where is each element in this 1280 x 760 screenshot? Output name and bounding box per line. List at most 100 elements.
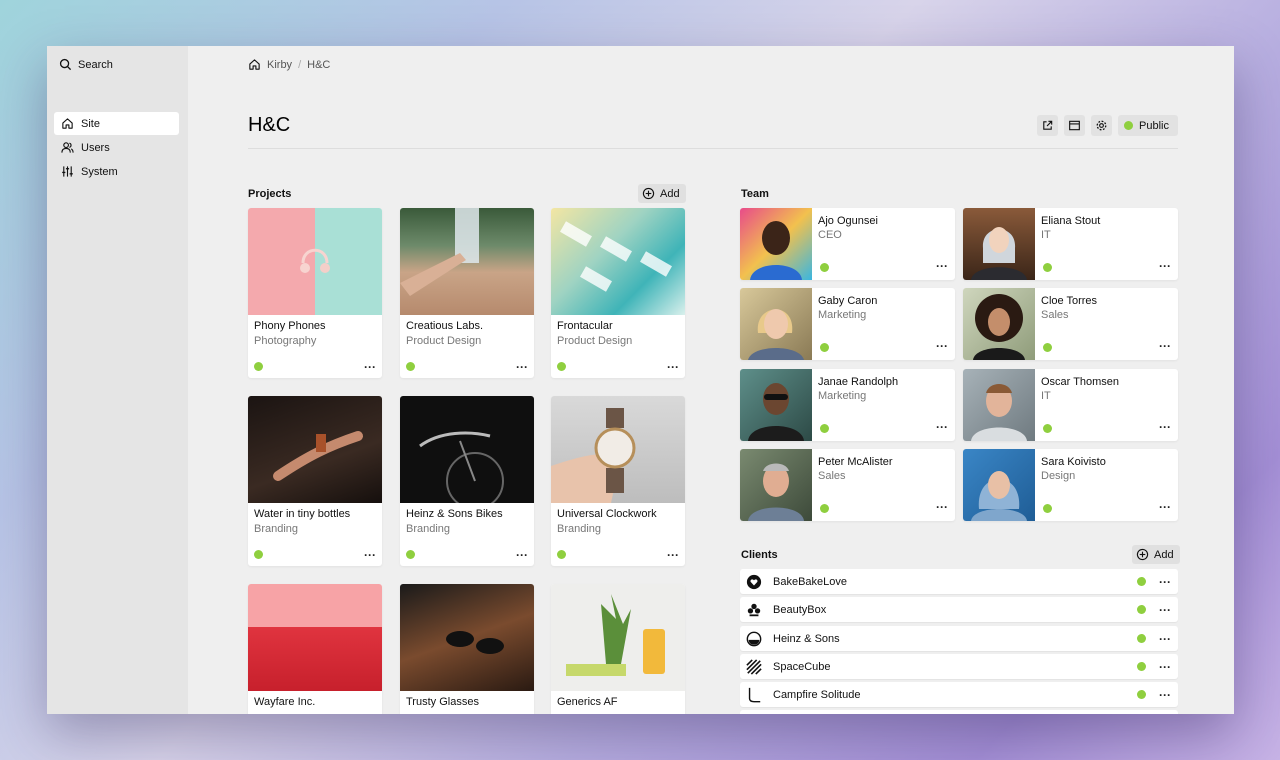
member-role: Marketing	[818, 390, 867, 402]
team-member-card[interactable]: Ajo Ogunsei CEO ···	[740, 208, 955, 280]
status-dot[interactable]	[557, 362, 566, 371]
member-role: Sales	[1041, 309, 1069, 321]
project-category: Branding	[254, 523, 299, 535]
project-category: Branding	[406, 523, 451, 535]
home-icon[interactable]	[248, 58, 261, 71]
status-dot[interactable]	[820, 504, 829, 513]
status-dot[interactable]	[1043, 263, 1052, 272]
project-category: Photography	[254, 335, 317, 347]
status-dot[interactable]	[406, 362, 415, 371]
status-dot[interactable]	[406, 550, 415, 559]
breadcrumb-root-link[interactable]: Kirby	[267, 59, 292, 71]
project-card[interactable]: Generics AF	[551, 584, 685, 714]
more-options-icon[interactable]: ···	[936, 501, 948, 513]
add-circle-icon	[1136, 548, 1149, 561]
member-name: Eliana Stout	[1041, 215, 1101, 227]
status-dot[interactable]	[1043, 504, 1052, 513]
project-image	[551, 396, 685, 503]
team-member-card[interactable]: Oscar Thomsen IT ···	[963, 369, 1178, 441]
client-row[interactable]: BakeBakeLove ···	[740, 569, 1178, 594]
project-card[interactable]: Universal Clockwork Branding ···	[551, 396, 685, 566]
status-dot[interactable]	[1137, 662, 1146, 671]
member-name: Cloe Torres	[1041, 295, 1098, 307]
status-button[interactable]: Public	[1118, 115, 1178, 136]
member-role: IT	[1041, 229, 1051, 241]
status-dot[interactable]	[1137, 577, 1146, 586]
project-card[interactable]: Phony Phones Photography ···	[248, 208, 382, 378]
client-row[interactable]: BeautyBox ···	[740, 597, 1178, 622]
status-dot[interactable]	[254, 550, 263, 559]
add-client-button[interactable]: Add	[1132, 545, 1180, 564]
project-title: Heinz & Sons Bikes	[406, 508, 503, 520]
project-card[interactable]: Heinz & Sons Bikes Branding ···	[400, 396, 534, 566]
team-member-card[interactable]: Peter McAlister Sales ···	[740, 449, 955, 521]
member-name: Oscar Thomsen	[1041, 376, 1120, 388]
project-card[interactable]: Water in tiny bottles Branding ···	[248, 396, 382, 566]
search-button[interactable]: Search	[59, 58, 113, 71]
sidebar-item-system[interactable]: System	[54, 160, 179, 183]
status-dot[interactable]	[820, 263, 829, 272]
status-dot[interactable]	[1137, 605, 1146, 614]
search-icon	[59, 58, 72, 71]
team-member-card[interactable]: Eliana Stout IT ···	[963, 208, 1178, 280]
sidebar-item-users[interactable]: Users	[54, 136, 179, 159]
status-dot[interactable]	[1043, 343, 1052, 352]
client-name: BeautyBox	[773, 603, 827, 616]
team-member-card[interactable]: Janae Randolph Marketing ···	[740, 369, 955, 441]
client-row[interactable]	[740, 710, 1178, 714]
status-dot[interactable]	[820, 424, 829, 433]
project-card[interactable]: Creatious Labs. Product Design ···	[400, 208, 534, 378]
avatar	[963, 369, 1035, 441]
team-member-card[interactable]: Cloe Torres Sales ···	[963, 288, 1178, 360]
more-options-icon[interactable]: ···	[936, 260, 948, 272]
more-options-icon[interactable]: ···	[1159, 421, 1171, 433]
window-icon	[1068, 119, 1081, 132]
project-category: Product Design	[557, 335, 633, 347]
status-dot[interactable]	[557, 550, 566, 559]
project-title: Trusty Glasses	[406, 696, 479, 708]
team-member-card[interactable]: Sara Koivisto Design ···	[963, 449, 1178, 521]
more-options-icon[interactable]: ···	[516, 361, 528, 373]
project-image	[248, 208, 382, 315]
status-dot[interactable]	[1137, 690, 1146, 699]
more-options-icon[interactable]: ···	[364, 361, 376, 373]
more-options-icon[interactable]: ···	[1159, 689, 1171, 701]
team-member-card[interactable]: Gaby Caron Marketing ···	[740, 288, 955, 360]
status-dot[interactable]	[1137, 634, 1146, 643]
status-dot[interactable]	[1043, 424, 1052, 433]
project-image	[400, 208, 534, 315]
more-options-icon[interactable]: ···	[936, 340, 948, 352]
client-name: BakeBakeLove	[773, 575, 847, 588]
more-options-icon[interactable]: ···	[1159, 340, 1171, 352]
projects-grid: Phony Phones Photography ··· Creatious L…	[248, 208, 686, 714]
status-dot[interactable]	[820, 343, 829, 352]
more-options-icon[interactable]: ···	[1159, 661, 1171, 673]
more-options-icon[interactable]: ···	[364, 549, 376, 561]
more-options-icon[interactable]: ···	[667, 361, 679, 373]
add-project-button[interactable]: Add	[638, 184, 686, 203]
sidebar-item-site[interactable]: Site	[54, 112, 179, 135]
more-options-icon[interactable]: ···	[1159, 501, 1171, 513]
more-options-icon[interactable]: ···	[516, 549, 528, 561]
open-external-button[interactable]	[1037, 115, 1059, 136]
member-role: Design	[1041, 470, 1076, 482]
more-options-icon[interactable]: ···	[1159, 633, 1171, 645]
breadcrumb: Kirby / H&C	[248, 58, 330, 71]
client-row[interactable]: Campfire Solitude ···	[740, 682, 1178, 707]
client-row[interactable]: Heinz & Sons ···	[740, 626, 1178, 651]
status-dot[interactable]	[254, 362, 263, 371]
more-options-icon[interactable]: ···	[667, 549, 679, 561]
home-icon	[61, 117, 74, 130]
preview-button[interactable]	[1064, 115, 1086, 136]
breadcrumb-current-link[interactable]: H&C	[307, 59, 330, 71]
project-card[interactable]: Frontacular Product Design ···	[551, 208, 685, 378]
client-row[interactable]: SpaceCube ···	[740, 654, 1178, 679]
more-options-icon[interactable]: ···	[1159, 576, 1171, 588]
client-name: SpaceCube	[773, 660, 831, 673]
more-options-icon[interactable]: ···	[936, 421, 948, 433]
more-options-icon[interactable]: ···	[1159, 260, 1171, 272]
project-card[interactable]: Wayfare Inc.	[248, 584, 382, 714]
more-options-icon[interactable]: ···	[1159, 604, 1171, 616]
project-card[interactable]: Trusty Glasses	[400, 584, 534, 714]
settings-button[interactable]	[1091, 115, 1113, 136]
